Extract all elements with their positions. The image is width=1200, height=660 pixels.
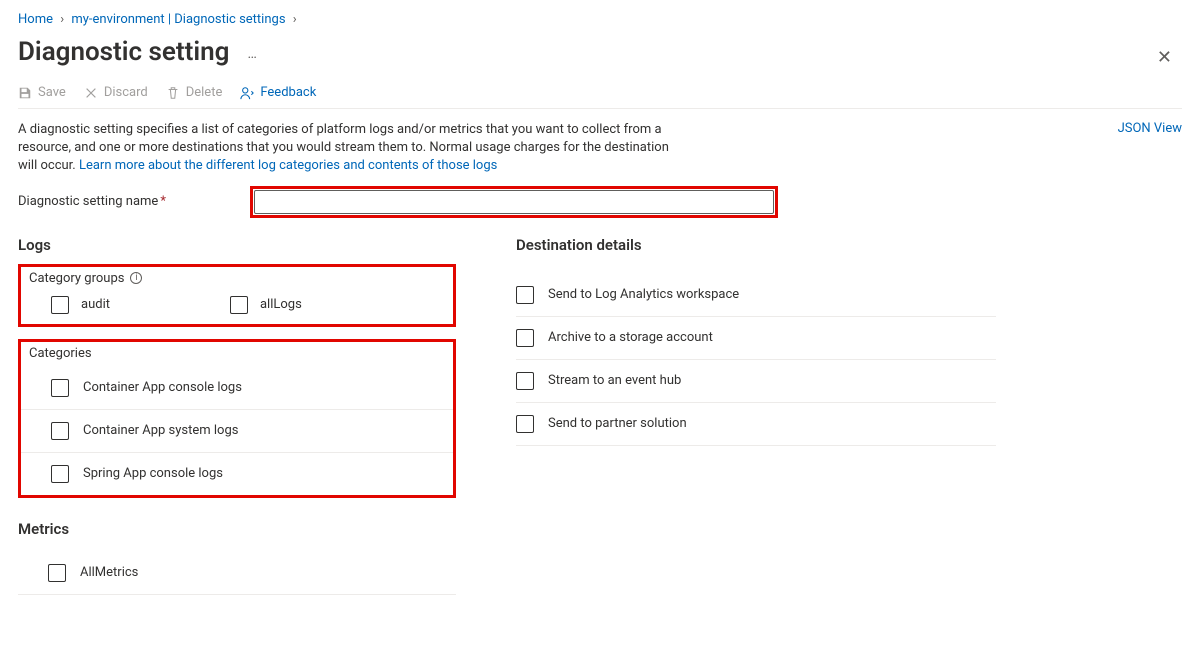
setting-name-label: Diagnostic setting name* [18,194,254,209]
categories-title: Categories [29,346,92,361]
save-label: Save [38,85,66,100]
delete-label: Delete [186,85,223,100]
close-icon [84,86,98,100]
checkbox-allmetrics[interactable] [48,564,66,582]
highlight-categories: Categories Container App console logs Co… [18,339,456,498]
feedback-label: Feedback [260,85,316,100]
feedback-icon [240,86,254,100]
checkbox-audit[interactable] [51,296,69,314]
checkbox-container-system[interactable] [51,422,69,440]
close-button[interactable]: ✕ [1147,43,1182,72]
checkbox-container-console-label: Container App console logs [83,380,242,395]
metrics-heading: Metrics [18,520,456,538]
breadcrumb-environment[interactable]: my-environment | Diagnostic settings [71,12,285,27]
checkbox-dest-eventhub-label: Stream to an event hub [548,373,681,388]
checkbox-dest-partner[interactable] [516,415,534,433]
save-icon [18,86,32,100]
discard-label: Discard [104,85,148,100]
chevron-right-icon: › [289,12,301,27]
setting-name-input[interactable] [254,190,774,214]
checkbox-dest-eventhub[interactable] [516,372,534,390]
command-bar: Save Discard Delete Feedback [18,79,1182,109]
checkbox-alllogs[interactable] [230,296,248,314]
checkbox-container-system-label: Container App system logs [83,423,238,438]
more-actions-button[interactable]: … [243,46,260,62]
category-groups-title: Category groups [29,271,124,286]
delete-button[interactable]: Delete [166,85,223,100]
discard-button[interactable]: Discard [84,85,148,100]
info-icon[interactable]: i [130,272,142,284]
highlight-category-groups: Category groups i audit allLogs [18,264,456,327]
description-text: A diagnostic setting specifies a list of… [18,121,678,176]
checkbox-dest-log-analytics-label: Send to Log Analytics workspace [548,287,739,302]
destination-heading: Destination details [516,236,996,254]
chevron-right-icon: › [56,12,68,27]
checkbox-spring-console-label: Spring App console logs [83,466,223,481]
checkbox-spring-console[interactable] [51,465,69,483]
checkbox-alllogs-label: allLogs [260,297,302,312]
checkbox-dest-storage[interactable] [516,329,534,347]
checkbox-allmetrics-label: AllMetrics [80,565,138,580]
checkbox-container-console[interactable] [51,379,69,397]
checkbox-audit-label: audit [81,297,110,312]
breadcrumb-home[interactable]: Home [18,12,53,27]
logs-heading: Logs [18,236,456,254]
page-title: Diagnostic setting [18,37,229,67]
checkbox-dest-partner-label: Send to partner solution [548,416,687,431]
json-view-link[interactable]: JSON View [1118,121,1182,136]
learn-more-link[interactable]: Learn more about the different log categ… [79,158,497,173]
save-button[interactable]: Save [18,85,66,100]
required-indicator: * [160,194,166,209]
delete-icon [166,86,180,100]
checkbox-dest-storage-label: Archive to a storage account [548,330,713,345]
breadcrumb: Home › my-environment | Diagnostic setti… [18,8,1182,33]
checkbox-dest-log-analytics[interactable] [516,286,534,304]
feedback-button[interactable]: Feedback [240,85,316,100]
